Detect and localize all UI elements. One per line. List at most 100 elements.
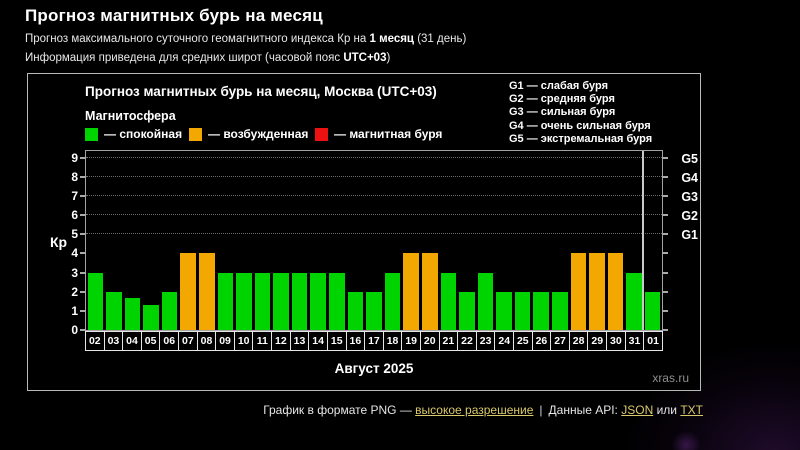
left-tick-kp5	[80, 233, 86, 235]
day-label-20: 20	[420, 331, 440, 351]
g-legend-line-4: G4 — очень сильная буря	[509, 120, 652, 133]
g-legend-line-3: G3 — сильная буря	[509, 106, 652, 119]
day-label-28: 28	[569, 331, 589, 351]
month-boundary-separator	[642, 151, 644, 330]
right-tick-kp4	[662, 252, 668, 254]
bar-day-04	[125, 298, 141, 330]
day-label-04: 04	[122, 331, 142, 351]
legend-label-storm: — магнитная буря	[334, 127, 442, 141]
bar-day-21	[441, 273, 457, 330]
bar-day-12	[273, 273, 289, 330]
bar-day-02	[88, 273, 104, 330]
bar-day-01	[645, 292, 661, 330]
legend-item-excited: — возбужденная	[189, 127, 308, 141]
bar-day-14	[310, 273, 326, 330]
watermark-xras: xras.ru	[652, 371, 689, 385]
y-tick-label-5: 5	[60, 227, 78, 241]
g-scale-legend: G1 — слабая буряG2 — средняя буряG3 — си…	[509, 80, 652, 146]
bar-day-26	[533, 292, 549, 330]
legend-item-quiet: — спокойная	[85, 127, 182, 141]
txt-link[interactable]: TXT	[680, 403, 703, 417]
bar-day-19	[403, 253, 419, 330]
background-purple-dot	[668, 432, 704, 450]
kp-bar-plot: 0123456789G1G2G3G4G5	[85, 150, 663, 331]
right-tick-kp5	[662, 233, 668, 235]
legend-item-storm: — магнитная буря	[315, 127, 442, 141]
footer-text-png: График в формате PNG —	[263, 403, 415, 417]
day-label-10: 10	[234, 331, 254, 351]
day-label-23: 23	[476, 331, 496, 351]
bar-day-10	[236, 273, 252, 330]
chart-title: Прогноз магнитных бурь на месяц, Москва …	[85, 84, 437, 99]
day-label-29: 29	[587, 331, 607, 351]
json-link[interactable]: JSON	[621, 403, 653, 417]
day-label-27: 27	[550, 331, 570, 351]
right-tick-kp2	[662, 291, 668, 293]
bar-day-13	[292, 273, 308, 330]
right-tick-kp6	[662, 214, 668, 216]
page-subtitle-2: Информация приведена для средних широт (…	[25, 52, 466, 64]
day-label-05: 05	[141, 331, 161, 351]
bar-day-25	[515, 292, 531, 330]
right-tick-kp8	[662, 176, 668, 178]
gridline-kp6	[86, 214, 662, 215]
left-tick-kp2	[80, 291, 86, 293]
footer-text-api: Данные API:	[549, 403, 622, 417]
bar-day-16	[348, 292, 364, 330]
day-label-08: 08	[197, 331, 217, 351]
y-tick-label-3: 3	[60, 266, 78, 280]
bar-day-23	[478, 273, 494, 330]
y-tick-label-7: 7	[60, 189, 78, 203]
day-label-03: 03	[104, 331, 124, 351]
y-tick-label-9: 9	[60, 151, 78, 165]
g-axis-label-g1: G1	[681, 228, 698, 242]
day-label-13: 13	[290, 331, 310, 351]
gridline-kp7	[86, 195, 662, 196]
footer-text-or: или	[653, 403, 680, 417]
g-axis-label-g4: G4	[681, 171, 698, 185]
left-tick-kp8	[80, 176, 86, 178]
day-label-30: 30	[606, 331, 626, 351]
left-tick-kp9	[80, 157, 86, 159]
x-axis-day-row: 0203040506070809101112131415161718192021…	[85, 331, 663, 351]
legend-swatch-excited	[189, 128, 202, 141]
day-label-17: 17	[364, 331, 384, 351]
left-tick-kp3	[80, 272, 86, 274]
g-axis-label-g5: G5	[681, 152, 698, 166]
day-label-22: 22	[457, 331, 477, 351]
legend-swatch-quiet	[85, 128, 98, 141]
bar-day-03	[106, 292, 122, 330]
day-label-16: 16	[346, 331, 366, 351]
left-tick-kp1	[80, 310, 86, 312]
bar-day-28	[571, 253, 587, 330]
bar-day-29	[589, 253, 605, 330]
bar-day-09	[218, 273, 234, 330]
day-label-01: 01	[643, 331, 663, 351]
page-title: Прогноз магнитных бурь на месяц	[25, 6, 466, 26]
bar-day-07	[180, 253, 196, 330]
bar-day-27	[552, 292, 568, 330]
day-label-26: 26	[532, 331, 552, 351]
legend-heading: Магнитосфера	[85, 109, 176, 123]
bar-day-11	[255, 273, 271, 330]
bar-day-15	[329, 273, 345, 330]
y-tick-label-4: 4	[60, 246, 78, 260]
legend-swatch-storm	[315, 128, 328, 141]
g-legend-line-1: G1 — слабая буря	[509, 80, 652, 93]
day-label-02: 02	[85, 331, 105, 351]
bar-day-24	[496, 292, 512, 330]
day-label-09: 09	[215, 331, 235, 351]
gridline-kp5	[86, 233, 662, 234]
day-label-14: 14	[308, 331, 328, 351]
bar-day-05	[143, 305, 159, 330]
day-label-18: 18	[383, 331, 403, 351]
right-tick-kp9	[662, 157, 668, 159]
g-legend-line-5: G5 — экстремальная буря	[509, 133, 652, 146]
page-header: Прогноз магнитных бурь на месяц Прогноз …	[25, 6, 466, 64]
hires-link[interactable]: высокое разрешение	[415, 403, 533, 417]
bar-day-20	[422, 253, 438, 330]
bar-day-18	[385, 273, 401, 330]
day-label-11: 11	[252, 331, 272, 351]
g-legend-line-2: G2 — средняя буря	[509, 93, 652, 106]
footer: График в формате PNG — высокое разрешени…	[0, 403, 703, 417]
